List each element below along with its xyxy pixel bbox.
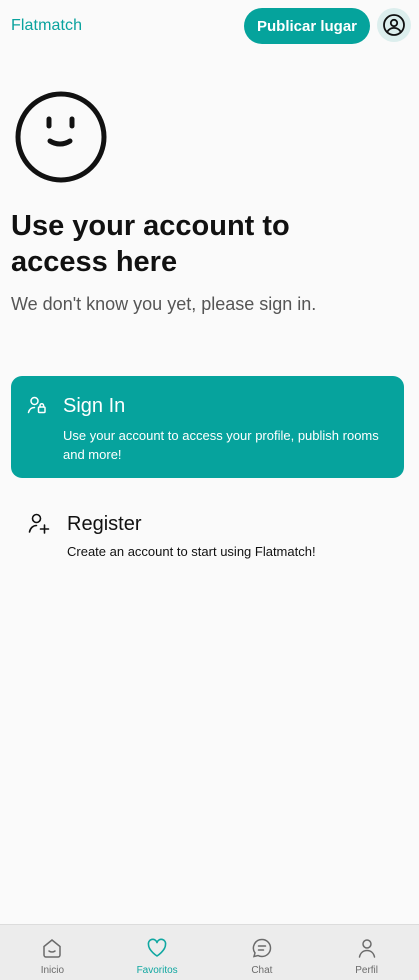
page-subtitle: We don't know you yet, please sign in.	[11, 294, 317, 314]
register-title: Register	[67, 513, 142, 535]
nav-label-perfil: Perfil	[355, 965, 379, 976]
top-bar: Flatmatch Publicar lugar	[0, 0, 419, 52]
nav-label-favoritos: Favoritos	[136, 965, 178, 976]
publish-place-button[interactable]: Publicar lugar	[244, 8, 370, 44]
heart-icon	[147, 938, 167, 957]
nav-label-chat: Chat	[251, 965, 273, 976]
sign-in-card[interactable]: Sign In Use your account to access your …	[11, 376, 404, 478]
user-plus-icon	[28, 513, 50, 534]
nav-item-inicio[interactable]: Inicio	[0, 925, 105, 980]
page-title: Use your account to access here	[11, 210, 290, 278]
nav-item-perfil[interactable]: Perfil	[314, 925, 419, 980]
brand-logo[interactable]: Flatmatch	[11, 17, 82, 35]
nav-item-favoritos[interactable]: Favoritos	[105, 925, 210, 980]
sign-in-title: Sign In	[63, 395, 126, 417]
chat-icon	[252, 938, 272, 958]
nav-label-inicio: Inicio	[40, 965, 65, 976]
nav-item-chat[interactable]: Chat	[210, 925, 315, 980]
register-card[interactable]: Register Create an account to start usin…	[11, 500, 404, 576]
sign-in-description: Use your account to access your profile,…	[63, 428, 379, 462]
user-circle-icon	[383, 14, 405, 36]
bottom-navigation: Inicio Favoritos Chat Perfil	[0, 924, 419, 980]
user-lock-icon	[27, 396, 46, 414]
home-icon	[43, 939, 62, 958]
account-button[interactable]	[377, 8, 411, 42]
smiley-face-icon	[15, 91, 107, 183]
register-description: Create an account to start using Flatmat…	[67, 544, 316, 559]
profile-icon	[358, 939, 375, 958]
